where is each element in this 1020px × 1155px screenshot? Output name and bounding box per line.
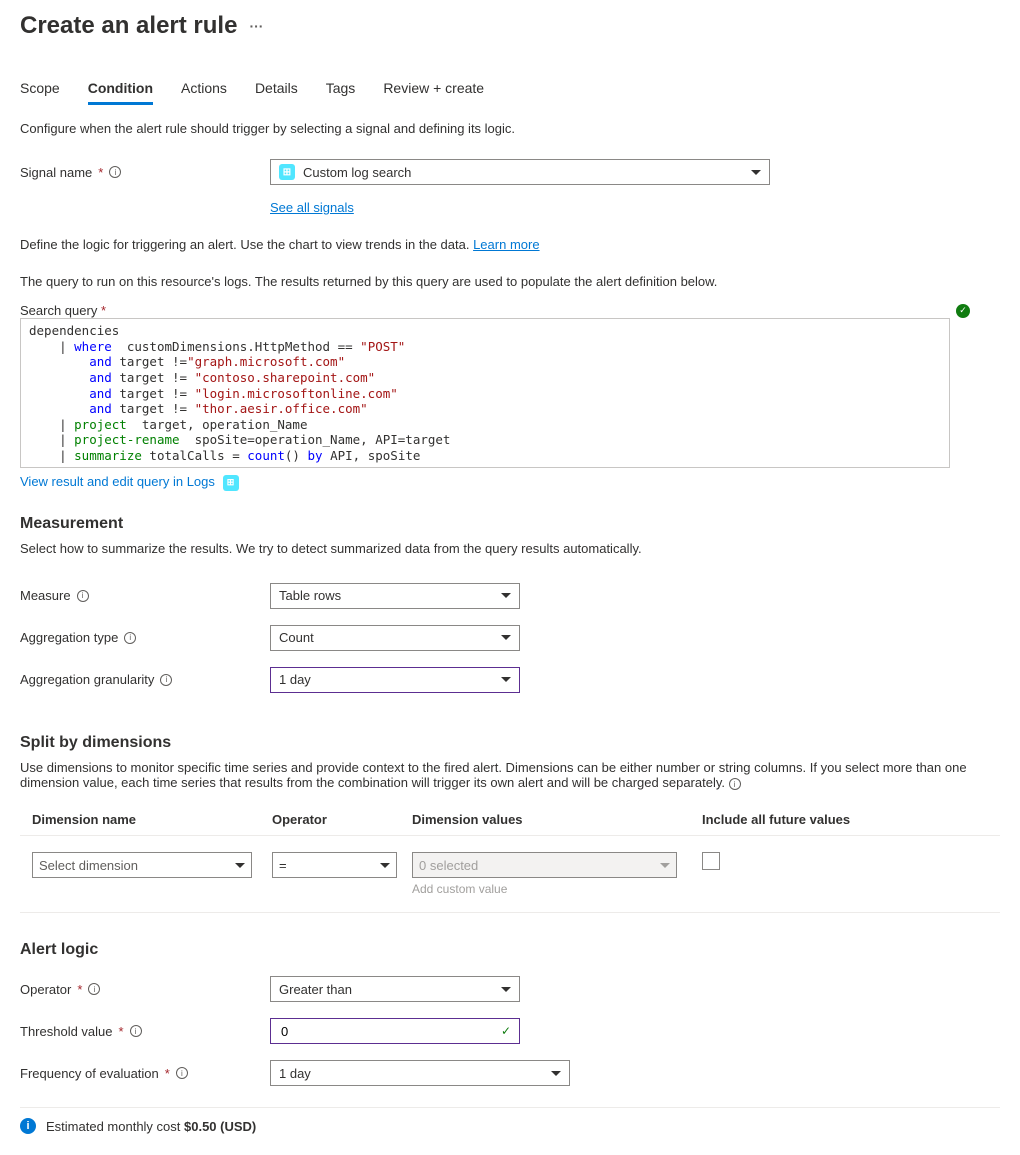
col-include-future: Include all future values: [702, 812, 902, 827]
define-logic-text: Define the logic for triggering an alert…: [20, 237, 1000, 252]
see-all-signals-link[interactable]: See all signals: [270, 200, 354, 215]
info-icon[interactable]: i: [176, 1067, 188, 1079]
dimension-values-dropdown: 0 selected: [412, 852, 677, 878]
info-icon[interactable]: i: [160, 674, 172, 686]
operator-label: Operator * i: [20, 982, 270, 997]
tab-details[interactable]: Details: [255, 80, 298, 105]
query-editor[interactable]: dependencies | where customDimensions.Ht…: [20, 318, 950, 468]
logs-icon: ⊞: [223, 475, 239, 491]
signal-name-dropdown[interactable]: ⊞ Custom log search: [270, 159, 770, 185]
include-future-checkbox[interactable]: [702, 852, 720, 870]
dimension-operator-dropdown[interactable]: =: [272, 852, 397, 878]
tab-tags[interactable]: Tags: [326, 80, 356, 105]
query-valid-icon: ✓: [956, 304, 970, 318]
measure-value: Table rows: [279, 588, 341, 603]
info-solid-icon: i: [20, 1118, 36, 1134]
col-dimension-values: Dimension values: [412, 812, 702, 827]
split-dimensions-heading: Split by dimensions: [20, 734, 1000, 752]
threshold-value-input[interactable]: ✓: [270, 1018, 520, 1044]
frequency-label: Frequency of evaluation * i: [20, 1066, 270, 1081]
chevron-down-icon: [501, 987, 511, 992]
estimated-cost: i Estimated monthly cost $0.50 (USD): [20, 1118, 1000, 1134]
aggregation-type-dropdown[interactable]: Count: [270, 625, 520, 651]
col-operator: Operator: [272, 812, 412, 827]
chevron-down-icon: [551, 1071, 561, 1076]
chevron-down-icon: [501, 635, 511, 640]
tab-scope[interactable]: Scope: [20, 80, 60, 105]
cost-value: $0.50 (USD): [184, 1119, 256, 1134]
dimensions-table: Dimension name Operator Dimension values…: [20, 804, 1000, 913]
aggregation-type-label: Aggregation type i: [20, 630, 270, 645]
learn-more-link[interactable]: Learn more: [473, 237, 539, 252]
aggregation-granularity-label: Aggregation granularity i: [20, 672, 270, 687]
signal-name-value: Custom log search: [303, 165, 411, 180]
dimension-name-dropdown[interactable]: Select dimension: [32, 852, 252, 878]
aggregation-type-value: Count: [279, 630, 314, 645]
cost-label: Estimated monthly cost: [46, 1119, 184, 1134]
operator-value: Greater than: [279, 982, 352, 997]
chevron-down-icon: [501, 593, 511, 598]
measure-label: Measure i: [20, 588, 270, 603]
chevron-down-icon: [660, 863, 670, 868]
wizard-tabs: Scope Condition Actions Details Tags Rev…: [20, 80, 1000, 105]
page-title-text: Create an alert rule: [20, 12, 237, 40]
split-dimensions-intro: Use dimensions to monitor specific time …: [20, 760, 1000, 791]
chevron-down-icon: [751, 170, 761, 175]
col-dimension-name: Dimension name: [32, 812, 272, 827]
info-icon[interactable]: i: [77, 590, 89, 602]
signal-name-label: Signal name* i: [20, 165, 270, 180]
frequency-dropdown[interactable]: 1 day: [270, 1060, 570, 1086]
separator: [20, 1107, 1000, 1108]
tab-condition[interactable]: Condition: [88, 80, 153, 105]
measurement-intro: Select how to summarize the results. We …: [20, 541, 1000, 556]
tab-review-create[interactable]: Review + create: [383, 80, 484, 105]
more-actions-icon[interactable]: ···: [249, 18, 263, 34]
query-intro: The query to run on this resource's logs…: [20, 274, 1000, 289]
valid-check-icon: ✓: [501, 1024, 511, 1038]
info-icon[interactable]: i: [130, 1025, 142, 1037]
info-icon[interactable]: i: [729, 778, 741, 790]
chevron-down-icon: [501, 677, 511, 682]
add-custom-value: Add custom value: [412, 882, 702, 896]
aggregation-granularity-value: 1 day: [279, 672, 311, 687]
threshold-value-label: Threshold value * i: [20, 1024, 270, 1039]
tab-actions[interactable]: Actions: [181, 80, 227, 105]
dimension-row: Select dimension = 0 selected Add custom…: [20, 836, 1000, 913]
info-icon[interactable]: i: [124, 632, 136, 644]
aggregation-granularity-dropdown[interactable]: 1 day: [270, 667, 520, 693]
condition-intro: Configure when the alert rule should tri…: [20, 121, 1000, 136]
operator-dropdown[interactable]: Greater than: [270, 976, 520, 1002]
alert-logic-heading: Alert logic: [20, 941, 1000, 959]
chevron-down-icon: [235, 863, 245, 868]
search-query-label: Search query *: [20, 303, 106, 318]
threshold-value-field[interactable]: [279, 1023, 501, 1040]
measurement-heading: Measurement: [20, 515, 1000, 533]
log-search-icon: ⊞: [279, 164, 295, 180]
info-icon[interactable]: i: [88, 983, 100, 995]
view-result-link[interactable]: View result and edit query in Logs: [20, 474, 215, 489]
info-icon[interactable]: i: [109, 166, 121, 178]
frequency-value: 1 day: [279, 1066, 311, 1081]
chevron-down-icon: [380, 863, 390, 868]
page-title: Create an alert rule ···: [20, 12, 1000, 40]
measure-dropdown[interactable]: Table rows: [270, 583, 520, 609]
